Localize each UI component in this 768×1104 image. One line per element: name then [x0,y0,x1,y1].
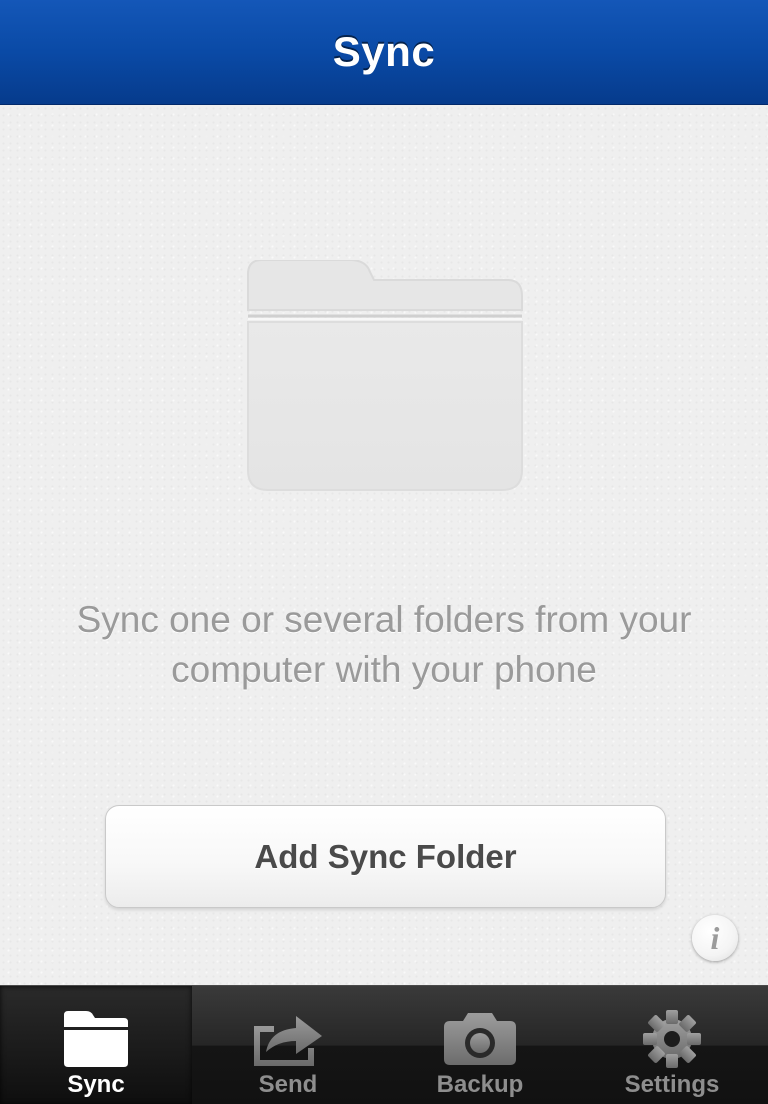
tab-sync[interactable]: Sync [0,986,192,1104]
share-icon [254,1016,322,1066]
sync-empty-state: Sync one or several folders from your co… [0,105,768,985]
tab-send[interactable]: Send [192,986,384,1104]
page-title: Sync [332,28,436,75]
folder-icon [64,1011,128,1067]
tab-bar: Sync Send Backup Settings [0,985,768,1104]
camera-icon [444,1013,516,1065]
tab-label: Settings [624,1071,720,1098]
add-sync-folder-button[interactable]: Add Sync Folder [105,805,666,908]
tab-backup[interactable]: Backup [384,986,576,1104]
info-button[interactable]: i [692,915,738,961]
nav-bar: Sync [0,0,768,105]
folder-placeholder-icon [247,260,523,491]
tab-label: Backup [436,1071,524,1098]
tab-settings[interactable]: Settings [576,986,768,1104]
empty-state-message: Sync one or several folders from your co… [76,599,692,690]
tab-label: Send [258,1071,318,1098]
gear-icon [643,1010,701,1068]
tab-label: Sync [67,1071,125,1098]
